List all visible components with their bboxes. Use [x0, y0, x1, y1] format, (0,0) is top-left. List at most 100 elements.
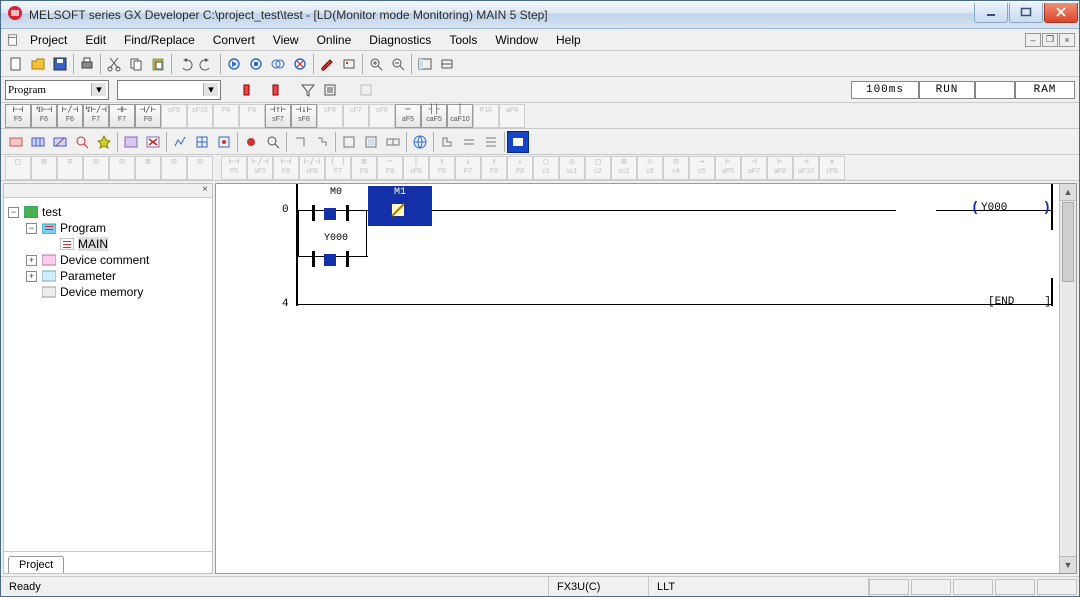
- net-button[interactable]: [409, 131, 431, 153]
- menu-edit[interactable]: Edit: [76, 31, 115, 49]
- sort-button[interactable]: [319, 79, 341, 101]
- trace-btn-3[interactable]: [382, 131, 404, 153]
- fkey-button[interactable]: ⊢/⊣F6: [57, 104, 83, 128]
- tree-close-button[interactable]: ×: [198, 184, 212, 197]
- bp-find-button[interactable]: [262, 131, 284, 153]
- menu-help[interactable]: Help: [547, 31, 590, 49]
- misc-btn-3[interactable]: [480, 131, 502, 153]
- menu-view[interactable]: View: [264, 31, 308, 49]
- trace-btn-2[interactable]: [360, 131, 382, 153]
- dev-btn-3[interactable]: [213, 131, 235, 153]
- dev-btn-2[interactable]: [191, 131, 213, 153]
- expand-icon[interactable]: +: [26, 271, 37, 282]
- fkey-button[interactable]: ⊣↑⊢sF7: [265, 104, 291, 128]
- contact-m0[interactable]: M0: [306, 190, 366, 230]
- new-button[interactable]: [5, 53, 27, 75]
- project-window-button[interactable]: [414, 53, 436, 75]
- blank-button[interactable]: [355, 79, 377, 101]
- undo-button[interactable]: [174, 53, 196, 75]
- trace-btn-1[interactable]: [338, 131, 360, 153]
- fkey-button[interactable]: ⊣↓⊢sF8: [291, 104, 317, 128]
- redo-button[interactable]: [196, 53, 218, 75]
- misc-btn-1[interactable]: [436, 131, 458, 153]
- tree-root[interactable]: − test: [8, 204, 208, 220]
- write-mode-button[interactable]: [316, 53, 338, 75]
- step-btn-1[interactable]: [289, 131, 311, 153]
- expand-icon[interactable]: +: [26, 255, 37, 266]
- menu-find[interactable]: Find/Replace: [115, 31, 204, 49]
- program-combo[interactable]: Program ▾: [5, 80, 109, 100]
- mon-zoom-button[interactable]: [71, 131, 93, 153]
- zoom-out-button[interactable]: [387, 53, 409, 75]
- copy-button[interactable]: [125, 53, 147, 75]
- save-button[interactable]: [49, 53, 71, 75]
- monitor-on-button[interactable]: [507, 131, 529, 153]
- menu-tools[interactable]: Tools: [440, 31, 486, 49]
- mdi-minimize-button[interactable]: –: [1025, 33, 1041, 47]
- cut-button[interactable]: [103, 53, 125, 75]
- tree-devmemory[interactable]: Device memory: [8, 284, 208, 300]
- coil-y000[interactable]: ( Y000 ): [971, 188, 1051, 218]
- mon-btn-1[interactable]: [5, 131, 27, 153]
- menu-project[interactable]: Project: [21, 31, 76, 49]
- tree-parameter[interactable]: + Parameter: [8, 268, 208, 284]
- fkey-button[interactable]: ↯⊢⊣F6: [31, 104, 57, 128]
- project-tree[interactable]: − test − Program MAIN + Device comment +: [4, 198, 212, 551]
- scroll-thumb[interactable]: [1062, 202, 1074, 282]
- read-mode-button[interactable]: [338, 53, 360, 75]
- window-close-button[interactable]: [1044, 3, 1078, 23]
- mon-star-button[interactable]: [93, 131, 115, 153]
- monitor-write-button[interactable]: [245, 53, 267, 75]
- collapse-icon[interactable]: −: [8, 207, 19, 218]
- tree-devcomment[interactable]: + Device comment: [8, 252, 208, 268]
- scroll-up-icon[interactable]: ▲: [1060, 184, 1076, 201]
- rung-0-branch[interactable]: Y000: [216, 230, 1059, 278]
- menu-diag[interactable]: Diagnostics: [360, 31, 440, 49]
- zoom-in-button[interactable]: [365, 53, 387, 75]
- mdi-close-button[interactable]: ×: [1059, 33, 1075, 47]
- window-maximize-button[interactable]: [1009, 3, 1043, 23]
- filter-button[interactable]: [297, 79, 319, 101]
- monitor-start-button[interactable]: [223, 53, 245, 75]
- entry-btn-x[interactable]: [142, 131, 164, 153]
- ladder-editor[interactable]: 0 M0 M1: [216, 184, 1059, 318]
- tree-tab-project[interactable]: Project: [8, 556, 64, 573]
- paste-button[interactable]: [147, 53, 169, 75]
- fkey-button[interactable]: ─aF5: [395, 104, 421, 128]
- mon-btn-2[interactable]: [27, 131, 49, 153]
- toggle-view-2-button[interactable]: [261, 79, 283, 101]
- bp-btn-1[interactable]: [240, 131, 262, 153]
- entry-btn-1[interactable]: [120, 131, 142, 153]
- tree-main[interactable]: MAIN: [8, 236, 208, 252]
- dev-btn-1[interactable]: [169, 131, 191, 153]
- collapse-icon[interactable]: −: [26, 223, 37, 234]
- print-button[interactable]: [76, 53, 98, 75]
- step-btn-2[interactable]: [311, 131, 333, 153]
- monitor-all-button[interactable]: [267, 53, 289, 75]
- tree-program[interactable]: − Program: [8, 220, 208, 236]
- fkey-button[interactable]: ⊣/⊢F8: [135, 104, 161, 128]
- rung-end[interactable]: 4 [END]: [216, 278, 1059, 318]
- toggle-view-1-button[interactable]: [239, 79, 261, 101]
- menu-convert[interactable]: Convert: [204, 31, 264, 49]
- menu-online[interactable]: Online: [308, 31, 361, 49]
- scroll-down-icon[interactable]: ▼: [1060, 556, 1076, 573]
- mon-btn-3[interactable]: [49, 131, 71, 153]
- open-button[interactable]: [27, 53, 49, 75]
- rung-0[interactable]: 0 M0 M1: [216, 184, 1059, 230]
- monitor-stop-button[interactable]: [289, 53, 311, 75]
- vertical-scrollbar[interactable]: ▲ ▼: [1059, 184, 1076, 573]
- fkey-button[interactable]: ⊣⊢F7: [109, 104, 135, 128]
- fkey-button[interactable]: │caF10: [447, 104, 473, 128]
- window-minimize-button[interactable]: [974, 3, 1008, 23]
- fkey-button[interactable]: ┤├caF5: [421, 104, 447, 128]
- mdi-restore-button[interactable]: ❐: [1042, 33, 1058, 47]
- misc-btn-2[interactable]: [458, 131, 480, 153]
- menu-window[interactable]: Window: [486, 31, 547, 49]
- fkey-button[interactable]: ↯⊢/⊣F7: [83, 104, 109, 128]
- contact-y000[interactable]: Y000: [306, 236, 366, 276]
- contact-m1-selected[interactable]: M1: [368, 186, 432, 226]
- device-combo[interactable]: ▾: [117, 80, 221, 100]
- ladder-button[interactable]: [436, 53, 458, 75]
- fkey-button[interactable]: ⊢⊣F5: [5, 104, 31, 128]
